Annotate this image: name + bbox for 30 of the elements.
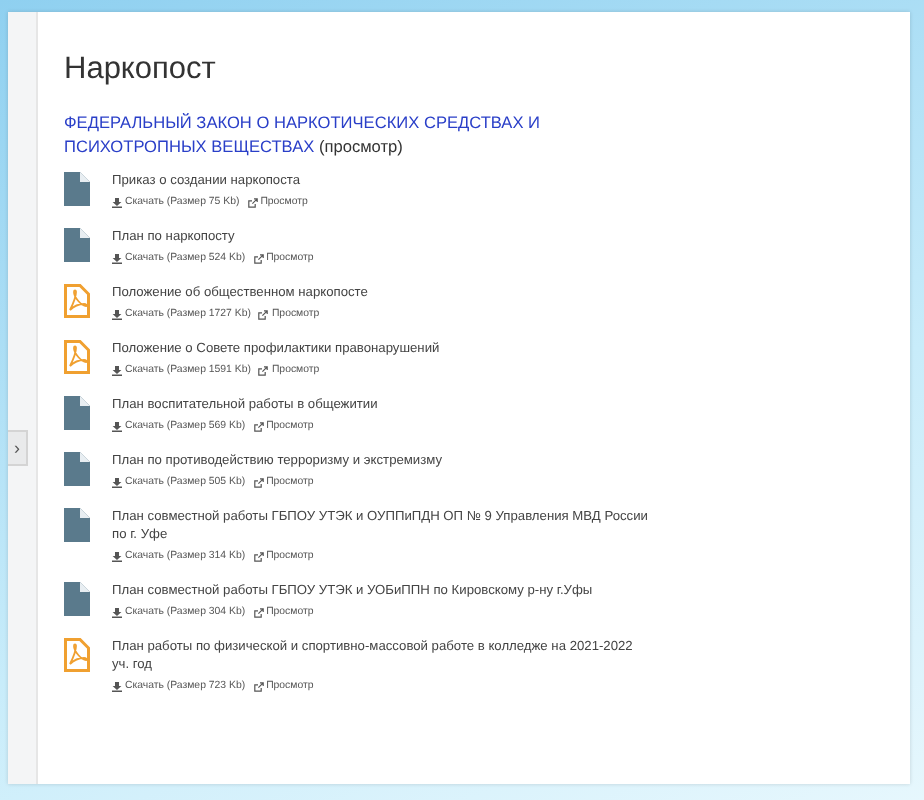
- document-icon: [64, 396, 90, 430]
- document-icon: [64, 172, 90, 206]
- external-link-icon: [258, 365, 269, 375]
- download-icon: [112, 477, 122, 487]
- document-icon: [64, 582, 90, 616]
- law-heading-link[interactable]: ФЕДЕРАЛЬНЫЙ ЗАКОН О НАРКОТИЧЕСКИХ СРЕДСТВАХ И ПСИХОТРОПНЫХ ВЕЩЕСТВАХ (просмотр): [64, 110, 624, 158]
- download-icon: [112, 309, 122, 319]
- external-link-icon: [253, 477, 264, 487]
- pdf-file-icon: [64, 340, 90, 374]
- document-icon: [64, 452, 90, 486]
- external-link-icon: [253, 681, 264, 691]
- sidebar-toggle[interactable]: ›: [8, 430, 28, 466]
- download-icon: [112, 681, 122, 691]
- download-icon: [112, 607, 122, 617]
- pdf-file-icon: [64, 638, 90, 672]
- download-icon: [112, 551, 122, 561]
- download-icon: [112, 421, 122, 431]
- page-title: Наркопост: [64, 52, 218, 88]
- external-link-icon: [253, 607, 264, 617]
- external-link-icon: [258, 309, 269, 319]
- download-icon: [112, 197, 122, 207]
- external-link-icon: [253, 551, 264, 561]
- download-icon: [112, 365, 122, 375]
- external-link-icon: [253, 421, 264, 431]
- pdf-file-icon: [64, 284, 90, 318]
- external-link-icon: [247, 197, 258, 207]
- document-icon: [64, 508, 90, 542]
- external-link-icon: [253, 253, 264, 263]
- download-icon: [112, 253, 122, 263]
- document-icon: [64, 228, 90, 262]
